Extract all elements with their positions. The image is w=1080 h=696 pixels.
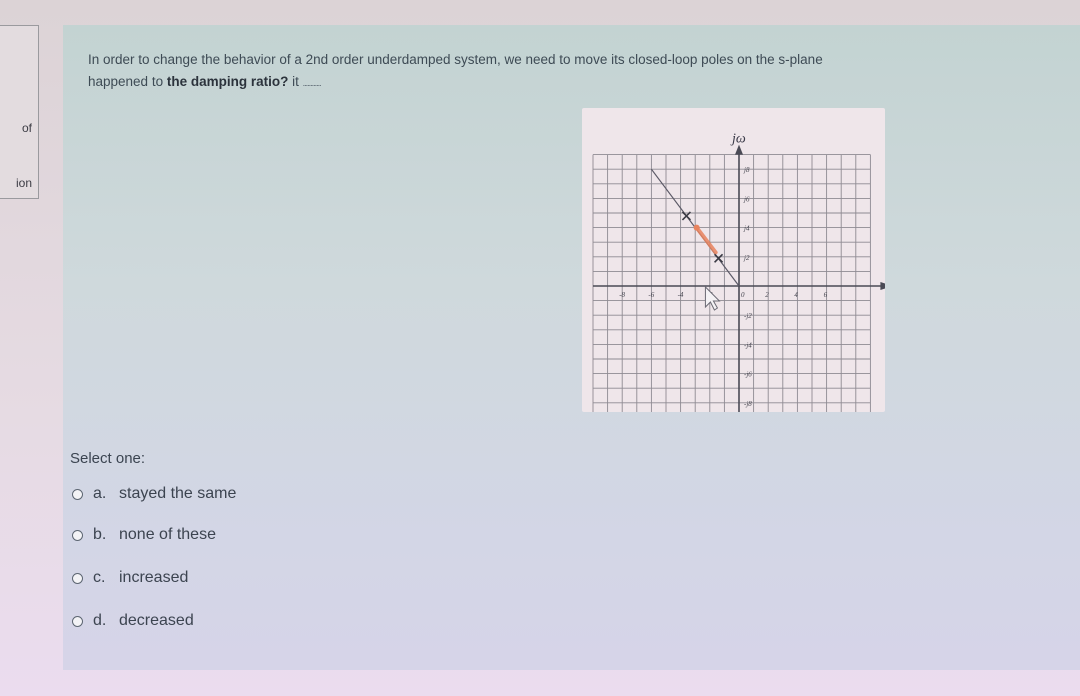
jw-axis-label: jω	[730, 132, 746, 147]
s-plane-plot: jωσ-8-6-4-20246j8j6j4j2-j2-j4-j6-j8	[592, 132, 885, 412]
radio-button[interactable]	[72, 529, 83, 541]
question-card: In order to change the behavior of a 2nd…	[63, 25, 1080, 670]
option-text[interactable]: increased	[119, 569, 188, 587]
radio-button[interactable]	[72, 488, 83, 500]
option-letter: d.	[93, 612, 107, 629]
question-line-2: happened to the damping ratio? it ......…	[88, 71, 1080, 94]
x-tick-label: -6	[648, 291, 654, 299]
option-text[interactable]: stayed the same	[119, 485, 236, 503]
option-letter: b.	[93, 526, 107, 543]
option-text[interactable]: decreased	[119, 612, 194, 630]
y-tick-label: j4	[743, 225, 750, 233]
question-prefix: happened to	[88, 74, 167, 89]
x-tick-label: -4	[678, 291, 684, 299]
s-plane-figure: jωσ-8-6-4-20246j8j6j4j2-j2-j4-j6-j8	[582, 108, 885, 412]
x-tick-label: 0	[741, 291, 745, 299]
y-tick-label: j6	[743, 195, 750, 203]
question-line-1: In order to change the behavior of a 2nd…	[88, 52, 823, 67]
nav-fragment[interactable]: ion	[16, 176, 32, 190]
option-c[interactable]: c. increased	[72, 569, 188, 587]
question-emphasis: the damping ratio?	[166, 74, 289, 89]
option-letter: c.	[93, 569, 106, 586]
x-tick-label: 6	[824, 291, 828, 299]
radio-button[interactable]	[72, 572, 83, 584]
y-tick-label: j8	[743, 166, 750, 174]
y-tick-label: j2	[743, 254, 750, 262]
x-tick-label: 2	[765, 291, 769, 299]
y-tick-label: -j4	[744, 341, 752, 349]
x-tick-label: 4	[794, 291, 798, 299]
sigma-axis-arrow-icon	[880, 282, 885, 290]
select-one-label: Select one:	[70, 450, 146, 467]
option-b[interactable]: b. none of these	[72, 526, 216, 544]
option-letter: a.	[93, 485, 107, 502]
answer-blank: ............	[302, 78, 322, 88]
y-tick-label: -j2	[744, 312, 752, 320]
question-text: In order to change the behavior of a 2nd…	[88, 49, 1080, 94]
option-text[interactable]: none of these	[119, 526, 216, 544]
option-a[interactable]: a. stayed the same	[72, 485, 236, 503]
option-d[interactable]: d. decreased	[72, 612, 194, 630]
left-nav-panel: of ion	[0, 25, 39, 199]
pole-motion-arrow-head-icon	[693, 224, 700, 231]
y-tick-label: -j6	[744, 371, 752, 379]
x-tick-label: -8	[619, 291, 625, 299]
question-suffix: it	[288, 74, 303, 89]
pole-motion-arrow	[694, 225, 718, 255]
nav-fragment[interactable]: of	[22, 121, 32, 135]
radio-button[interactable]	[72, 615, 83, 627]
y-tick-label: -j8	[744, 400, 752, 408]
